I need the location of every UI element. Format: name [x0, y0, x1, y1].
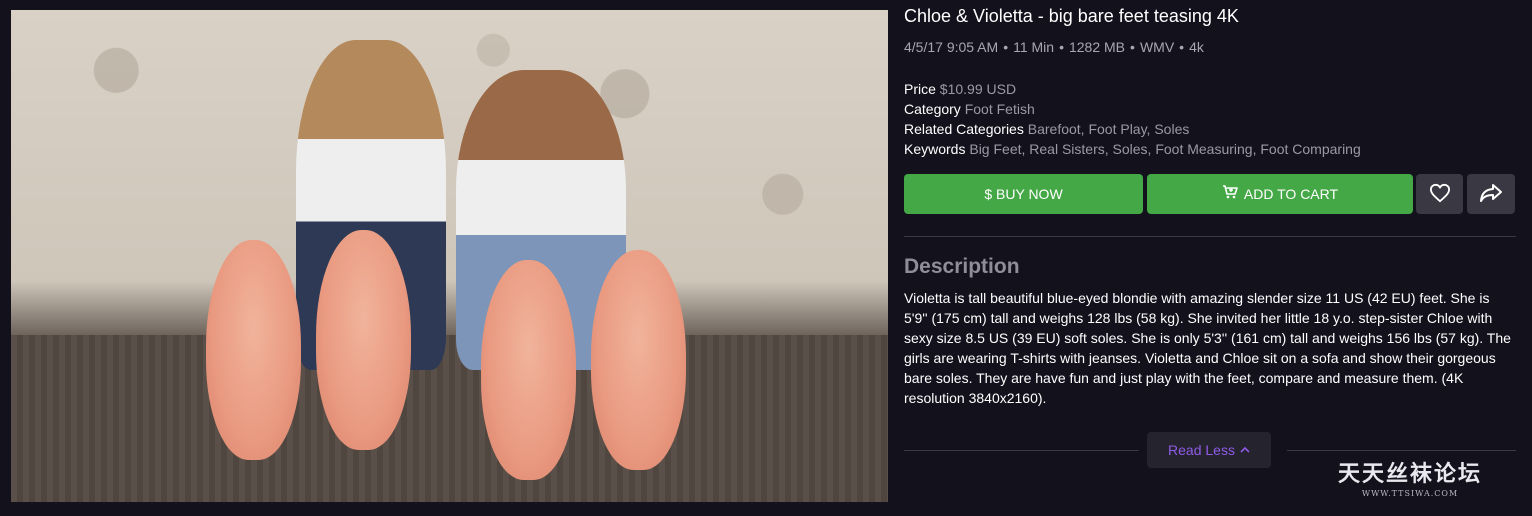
foot: [316, 230, 411, 450]
read-less-divider-left: [904, 450, 1139, 451]
foot: [591, 250, 686, 470]
meta-separator: •: [1179, 39, 1185, 55]
price-row: Price $10.99 USD: [904, 79, 1361, 99]
buy-now-button[interactable]: $ BUY NOW: [904, 174, 1143, 214]
read-less-divider-right: [1287, 450, 1516, 451]
description-text: Violetta is tall beautiful blue-eyed blo…: [904, 290, 1511, 406]
category-row: Category Foot Fetish: [904, 99, 1361, 119]
description-heading: Description: [904, 255, 1020, 278]
foot: [206, 240, 301, 460]
keywords-row: Keywords Big Feet, Real Sisters, Soles, …: [904, 139, 1361, 159]
read-less-button[interactable]: Read Less: [1147, 432, 1271, 468]
meta-size: 1282 MB: [1068, 39, 1126, 55]
keywords-label: Keywords: [904, 141, 966, 157]
price-label: Price: [904, 81, 936, 97]
meta-date: 4/5/17 9:05 AM: [904, 39, 999, 55]
category-link[interactable]: Foot Fetish: [965, 101, 1035, 117]
buy-now-label: $ BUY NOW: [984, 186, 1063, 202]
product-meta: 4/5/17 9:05 AM • 11 Min • 1282 MB • WMV • 4k: [904, 39, 1204, 55]
wallpaper-pattern: [11, 10, 888, 345]
category-label: Category: [904, 101, 961, 117]
site-watermark: 天天丝袜论坛 WWW.TTSIWA.COM: [1338, 456, 1482, 498]
cart-icon: [1222, 185, 1238, 203]
favorite-button[interactable]: [1416, 174, 1463, 214]
related-categories-label: Related Categories: [904, 121, 1024, 137]
keywords-links[interactable]: Big Feet, Real Sisters, Soles, Foot Meas…: [969, 141, 1360, 157]
read-less-label: Read Less: [1168, 442, 1235, 458]
meta-separator: •: [1130, 39, 1135, 55]
sofa: [11, 334, 888, 502]
meta-format: WMV: [1139, 39, 1175, 55]
product-title: Chloe & Violetta - big bare feet teasing…: [904, 6, 1239, 26]
meta-duration: 11 Min: [1013, 39, 1055, 55]
chevron-up-icon: [1240, 444, 1250, 456]
add-to-cart-button[interactable]: ADD TO CART: [1147, 174, 1413, 214]
related-categories-links[interactable]: Barefoot, Foot Play, Soles: [1028, 121, 1190, 137]
share-arrow-icon: [1479, 183, 1503, 206]
watermark-title: 天天丝袜论坛: [1338, 461, 1483, 487]
foot: [481, 260, 576, 480]
price-value: $10.99 USD: [939, 81, 1017, 97]
watermark-url: WWW.TTSIWA.COM: [1361, 489, 1459, 498]
meta-separator: •: [1059, 39, 1064, 55]
share-button[interactable]: [1467, 174, 1515, 214]
heart-icon: [1429, 183, 1451, 206]
meta-separator: •: [1003, 39, 1009, 55]
product-page: Chloe & Violetta - big bare feet teasing…: [0, 0, 1532, 516]
product-details: Price $10.99 USD Category Foot Fetish Re…: [904, 79, 1361, 159]
meta-quality: 4k: [1189, 39, 1204, 55]
preview-image[interactable]: [11, 10, 888, 502]
section-divider: [904, 236, 1516, 237]
add-to-cart-label: ADD TO CART: [1243, 186, 1339, 202]
related-categories-row: Related Categories Barefoot, Foot Play, …: [904, 119, 1361, 139]
